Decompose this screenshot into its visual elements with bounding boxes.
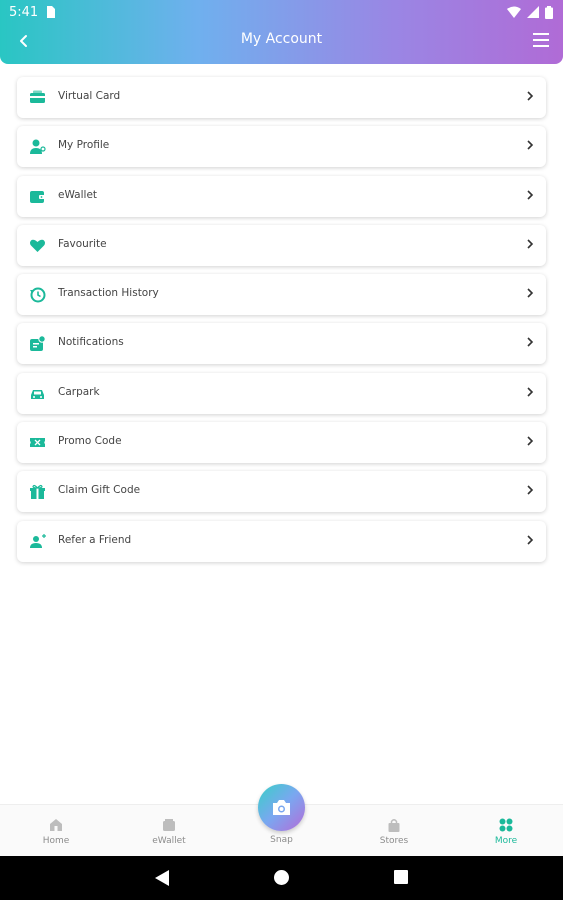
menu-item-carpark[interactable]: Carpark [17,372,546,414]
heart-icon [30,239,45,252]
nav-tab-stores[interactable]: Stores [354,805,434,857]
menu-item-promo-code[interactable]: Promo Code [17,422,546,464]
menu-item-notifications[interactable]: Notifications [17,323,546,365]
wifi-icon [507,6,521,18]
chevron-right-icon [527,387,534,397]
chevron-right-icon [527,485,534,495]
app-bar: 5:41 My Account [0,0,563,64]
menu-item-label: eWallet [58,188,98,201]
ticket-icon [30,438,45,448]
menu-item-label: Refer a Friend [58,533,132,546]
menu-item-label: Notifications [58,336,124,349]
toolbar: My Account [0,24,563,58]
system-home-icon[interactable] [273,869,290,886]
chevron-right-icon [527,190,534,200]
menu-item-label: Transaction History [58,287,159,300]
menu-item-label: Claim Gift Code [58,484,141,497]
nav-tab-label: eWallet [152,836,186,846]
notification-icon [30,335,46,352]
chevron-right-icon [527,91,534,101]
history-icon [30,287,46,303]
menu-item-ewallet[interactable]: eWallet [17,175,546,217]
menu-item-transaction-history[interactable]: Transaction History [17,274,546,316]
snap-label: Snap [270,835,293,845]
menu-item-label: Favourite [58,237,107,250]
snap-button[interactable] [258,784,305,831]
chevron-right-icon [527,436,534,446]
battery-icon [545,5,553,19]
status-bar: 5:41 [0,0,563,24]
menu-item-label: My Profile [58,139,110,152]
nav-tab-label: Home [42,836,70,846]
nav-tab-label: More [494,836,518,846]
home-icon [50,819,62,831]
system-back-icon[interactable] [154,869,170,887]
shopping-bag-icon [388,819,400,832]
screen: 5:41 My Account Virtual Card My Profile [0,0,563,900]
sim-icon [47,6,56,18]
profile-icon [30,139,46,155]
gift-icon [30,485,45,500]
hamburger-menu-icon[interactable] [533,33,549,47]
menu-item-label: Promo Code [58,435,122,448]
menu-item-label: Virtual Card [58,90,121,102]
nav-tab-label: Stores [379,836,409,846]
signal-icon [527,6,539,18]
wallet-icon [163,819,175,831]
wallet-icon [30,190,45,203]
menu-item-claim-gift-code[interactable]: Claim Gift Code [17,471,546,513]
status-time: 5:41 [9,4,39,20]
car-icon [31,389,44,399]
card-icon [30,90,45,103]
chevron-right-icon [527,239,534,249]
chevron-right-icon [527,337,534,348]
nav-tab-home[interactable]: Home [16,805,96,857]
system-recents-icon[interactable] [393,869,409,885]
menu-item-my-profile[interactable]: My Profile [17,126,546,168]
chevron-right-icon [527,140,534,150]
more-grid-icon [499,818,513,832]
system-navigation-bar [0,856,563,900]
chevron-right-icon [527,535,534,545]
menu-item-virtual-card[interactable]: Virtual Card [17,77,546,118]
menu-item-label: Carpark [58,385,100,398]
menu-item-refer-a-friend[interactable]: Refer a Friend [17,520,546,562]
page-title: My Account [240,31,323,47]
nav-tab-more[interactable]: More [466,805,546,857]
account-menu-list: Virtual Card My Profile eWallet Favourit… [17,77,546,570]
menu-item-favourite[interactable]: Favourite [17,224,546,266]
nav-tab-ewallet[interactable]: eWallet [129,805,209,857]
refer-friend-icon [30,533,46,548]
camera-icon [273,800,290,815]
chevron-right-icon [527,288,534,298]
